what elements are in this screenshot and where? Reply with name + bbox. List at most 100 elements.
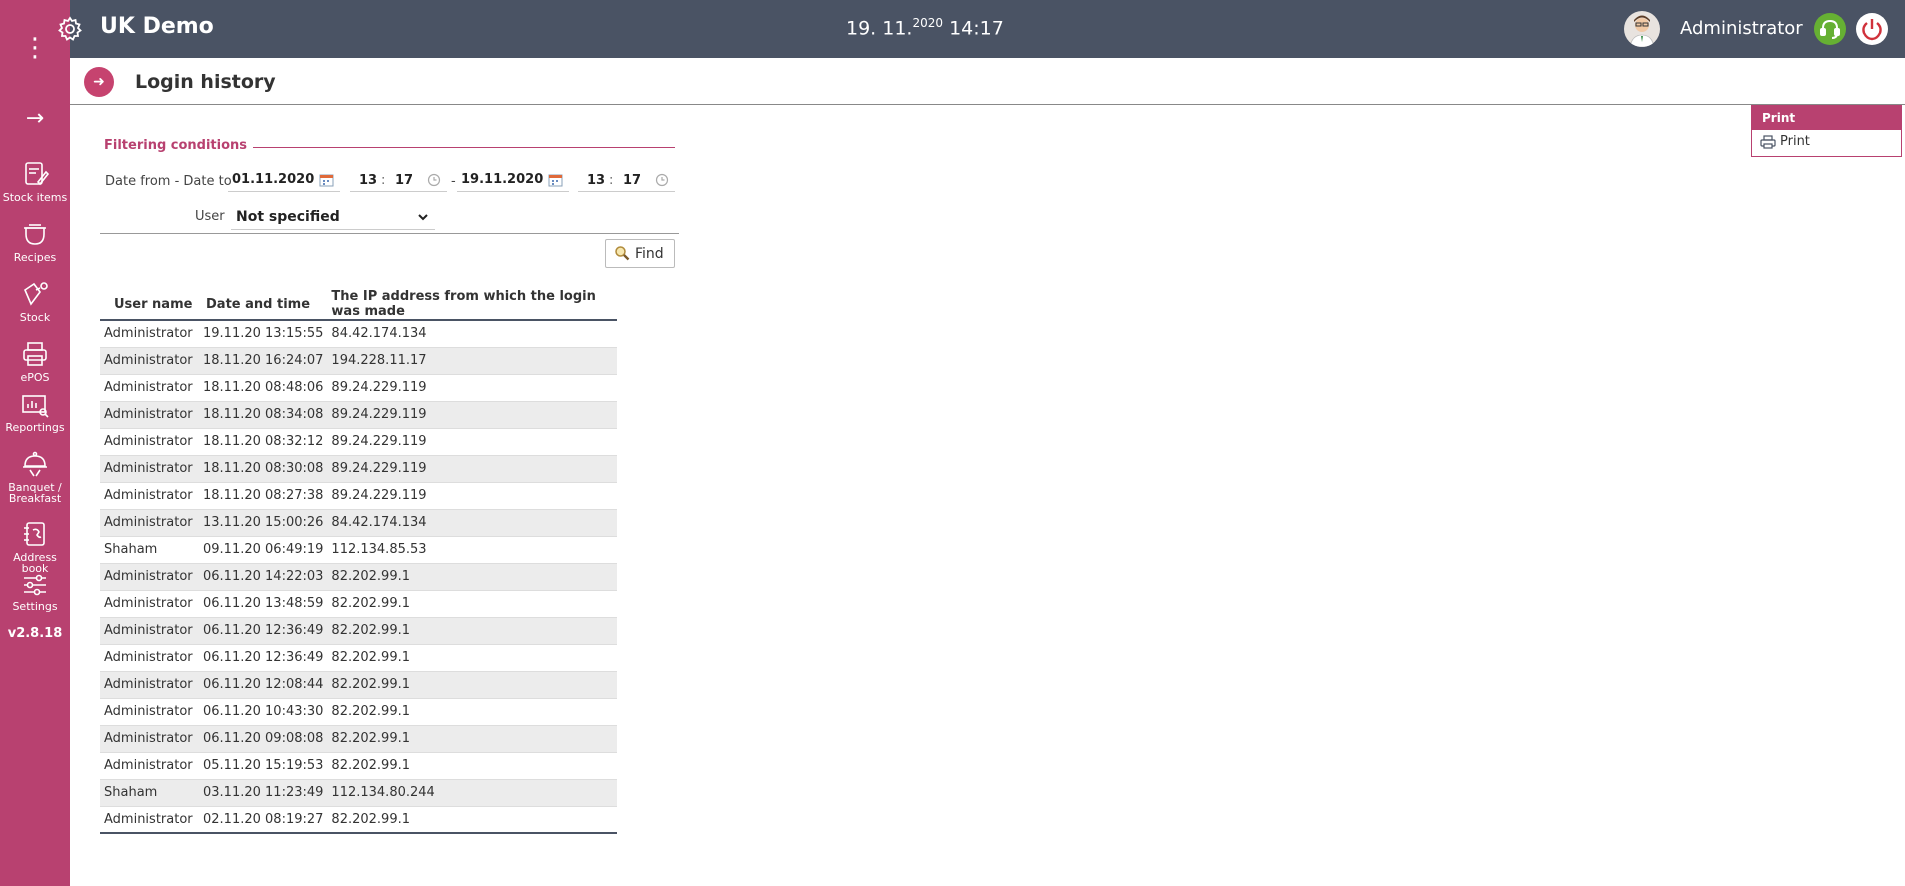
column-date-time[interactable]: Date and time xyxy=(199,289,328,321)
cell-date-time: 06.11.20 09:08:08 xyxy=(199,725,328,753)
cell-user-name: Administrator xyxy=(100,698,199,726)
address-book-icon xyxy=(24,522,45,546)
cell-date-time: 06.11.20 13:48:59 xyxy=(199,590,328,618)
time-colon: : xyxy=(381,173,386,188)
sidebar-item-label: Address book xyxy=(13,551,57,575)
table-row[interactable]: Administrator 06.11.20 10:43:30 82.202.99.… xyxy=(100,698,617,726)
stock-icon xyxy=(24,282,48,306)
expand-arrow-icon[interactable]: → xyxy=(0,106,70,131)
clock-icon[interactable] xyxy=(427,173,441,187)
table-row[interactable]: Administrator 18.11.20 08:30:08 89.24.229.… xyxy=(100,455,617,483)
cell-date-time: 18.11.20 08:48:06 xyxy=(199,374,328,402)
calendar-icon[interactable] xyxy=(319,173,334,187)
sidebar-item-settings[interactable]: Settings xyxy=(0,573,70,612)
cell-ip-address: 82.202.99.1 xyxy=(327,698,617,726)
table-row[interactable]: Administrator 18.11.20 16:24:07 194.228.11… xyxy=(100,347,617,375)
cell-ip-address: 82.202.99.1 xyxy=(327,752,617,780)
calendar-icon[interactable] xyxy=(548,173,563,187)
date-from-field[interactable]: 01.11.2020 xyxy=(228,170,340,192)
cell-ip-address: 112.134.85.53 xyxy=(327,536,617,564)
clock-icon[interactable] xyxy=(655,173,669,187)
find-label: Find xyxy=(635,246,664,262)
sidebar-item-stock-items[interactable]: Stock items xyxy=(0,160,70,203)
cell-user-name: Administrator xyxy=(100,509,199,537)
table-row[interactable]: Administrator 05.11.20 15:19:53 82.202.99.… xyxy=(100,752,617,780)
table-body: Administrator 19.11.20 13:15:55 84.42.174.… xyxy=(100,320,617,834)
table-row[interactable]: Administrator 06.11.20 12:36:49 82.202.99.… xyxy=(100,644,617,672)
cell-date-time: 18.11.20 08:30:08 xyxy=(199,455,328,483)
table-row[interactable]: Administrator 13.11.20 15:00:26 84.42.174.… xyxy=(100,509,617,537)
sidebar-item-banquet[interactable]: Banquet / Breakfast xyxy=(0,450,70,504)
date-to-field[interactable]: 19.11.2020 xyxy=(457,170,569,192)
cell-ip-address: 82.202.99.1 xyxy=(327,671,617,699)
cell-date-time: 18.11.20 16:24:07 xyxy=(199,347,328,375)
cell-user-name: Administrator xyxy=(100,320,199,348)
table-header-row: User name Date and time The IP address f… xyxy=(100,289,617,321)
table-row[interactable]: Administrator 06.11.20 09:08:08 82.202.99.… xyxy=(100,725,617,753)
cell-date-time: 19.11.20 13:15:55 xyxy=(199,320,328,348)
cell-user-name: Administrator xyxy=(100,617,199,645)
table-row[interactable]: Shaham 03.11.20 11:23:49 112.134.80.244 xyxy=(100,779,617,807)
table-row[interactable]: Administrator 06.11.20 13:48:59 82.202.99.… xyxy=(100,590,617,618)
avatar[interactable] xyxy=(1624,11,1660,47)
cell-user-name: Administrator xyxy=(100,644,199,672)
chevron-down-icon xyxy=(418,214,428,221)
sidebar-item-reportings[interactable]: Reportings xyxy=(0,394,70,433)
printer-icon xyxy=(1760,134,1776,149)
sidebar-item-address-book[interactable]: Address book xyxy=(0,520,70,574)
table-row[interactable]: Administrator 18.11.20 08:48:06 89.24.229.… xyxy=(100,374,617,402)
cell-ip-address: 89.24.229.119 xyxy=(327,455,617,483)
sidebar-item-stock[interactable]: Stock xyxy=(0,280,70,323)
logout-button[interactable] xyxy=(1856,13,1888,45)
sidebar-item-epos[interactable]: ePOS xyxy=(0,340,70,383)
table-row[interactable]: Administrator 06.11.20 14:22:03 82.202.99.… xyxy=(100,563,617,591)
user-name[interactable]: Administrator xyxy=(1680,18,1803,39)
find-button[interactable]: Find xyxy=(605,239,675,268)
time-to-field[interactable]: 13 : 17 xyxy=(578,170,675,192)
minute-from-value: 17 xyxy=(395,173,414,188)
cell-user-name: Administrator xyxy=(100,671,199,699)
filter-bottom-divider xyxy=(100,233,679,234)
recipes-icon xyxy=(24,224,46,245)
cell-user-name: Administrator xyxy=(100,806,199,834)
filter-title: Filtering conditions xyxy=(104,138,248,153)
table-row[interactable]: Administrator 18.11.20 08:32:12 89.24.229.… xyxy=(100,428,617,456)
time-from-field[interactable]: 13 : 17 xyxy=(350,170,447,192)
cell-ip-address: 82.202.99.1 xyxy=(327,590,617,618)
cell-ip-address: 82.202.99.1 xyxy=(327,806,617,834)
sidebar-item-label: Stock xyxy=(19,311,51,324)
user-select[interactable]: Not specified xyxy=(231,206,435,230)
table-row[interactable]: Administrator 19.11.20 13:15:55 84.42.174.… xyxy=(100,320,617,348)
cell-user-name: Administrator xyxy=(100,347,199,375)
support-button[interactable] xyxy=(1814,13,1846,45)
table-row[interactable]: Administrator 06.11.20 12:36:49 82.202.99.… xyxy=(100,617,617,645)
navigate-button[interactable]: ➜ xyxy=(84,67,114,97)
table-row[interactable]: Administrator 02.11.20 08:19:27 82.202.99.… xyxy=(100,806,617,834)
user-avatar-icon xyxy=(1629,15,1655,47)
cell-ip-address: 89.24.229.119 xyxy=(327,482,617,510)
banquet-icon xyxy=(23,451,47,477)
cell-ip-address: 89.24.229.119 xyxy=(327,401,617,429)
gear-icon[interactable] xyxy=(56,15,84,43)
table-row[interactable]: Administrator 18.11.20 08:27:38 89.24.229.… xyxy=(100,482,617,510)
column-ip-address[interactable]: The IP address from which the login was … xyxy=(327,289,617,321)
table-row[interactable]: Shaham 09.11.20 06:49:19 112.134.85.53 xyxy=(100,536,617,564)
cell-ip-address: 112.134.80.244 xyxy=(327,779,617,807)
user-label: User xyxy=(195,209,225,224)
cell-ip-address: 89.24.229.119 xyxy=(327,428,617,456)
epos-printer-icon xyxy=(23,342,47,366)
cell-date-time: 06.11.20 10:43:30 xyxy=(199,698,328,726)
hour-to-value: 13 xyxy=(587,173,606,188)
sidebar: ⋮ → Stock items Recipes Stock ePOS Repor… xyxy=(0,0,70,886)
filter-divider xyxy=(253,147,675,148)
column-user-name[interactable]: User name xyxy=(100,289,199,321)
table-row[interactable]: Administrator 06.11.20 12:08:44 82.202.99.… xyxy=(100,671,617,699)
current-datetime: 19. 11.2020 14:17 xyxy=(846,16,1004,39)
print-button[interactable]: Print xyxy=(1752,130,1901,153)
print-panel: Print Print xyxy=(1751,105,1902,157)
date-range-dash: - xyxy=(451,174,456,189)
sidebar-item-recipes[interactable]: Recipes xyxy=(0,220,70,263)
table-row[interactable]: Administrator 18.11.20 08:34:08 89.24.229.… xyxy=(100,401,617,429)
cell-date-time: 03.11.20 11:23:49 xyxy=(199,779,328,807)
power-icon xyxy=(1862,19,1882,41)
